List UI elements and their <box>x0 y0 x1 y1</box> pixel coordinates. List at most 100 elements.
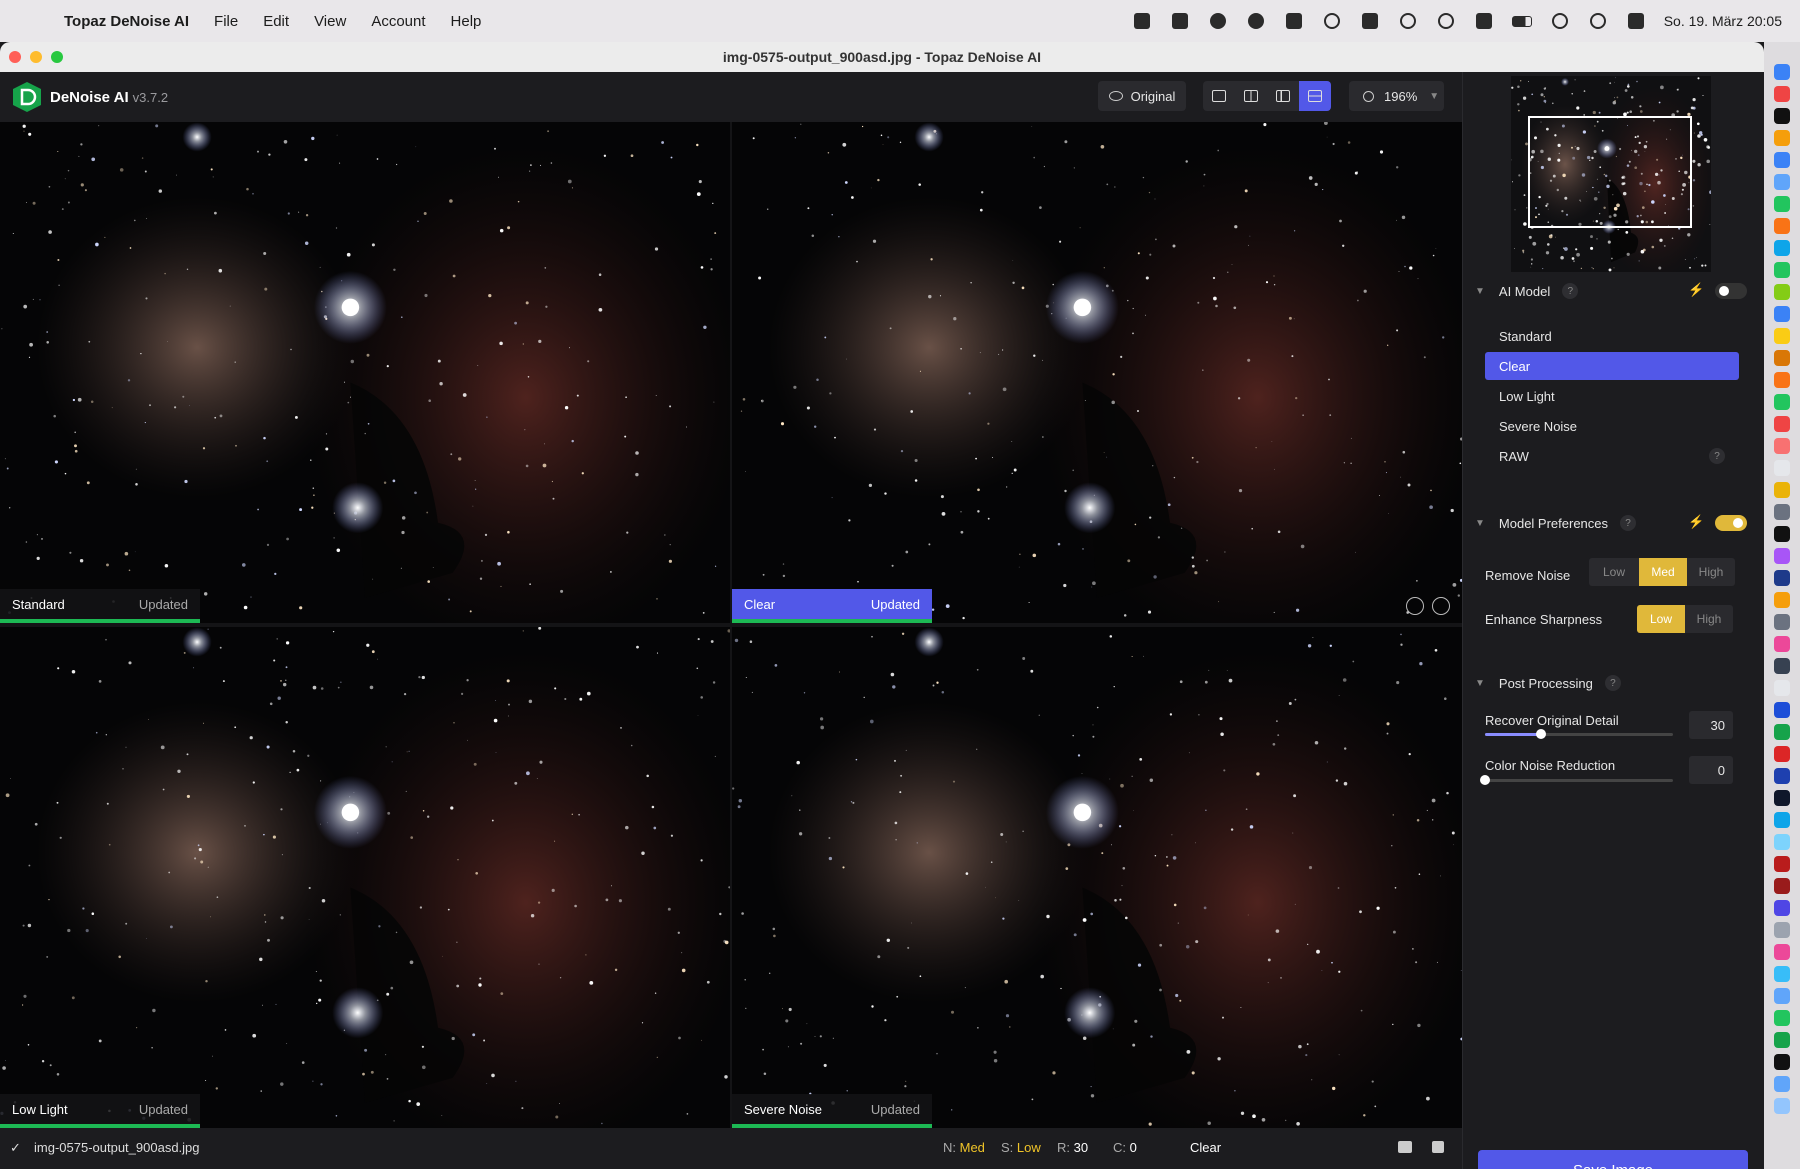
dock-app-icon[interactable] <box>1774 636 1790 652</box>
preview-pane-standard[interactable]: Standard Updated <box>0 122 730 623</box>
dock-app-icon[interactable] <box>1774 988 1790 1004</box>
menu-app-name[interactable]: Topaz DeNoise AI <box>64 13 189 30</box>
dock-app-icon[interactable] <box>1774 482 1790 498</box>
help-icon[interactable]: ? <box>1604 675 1621 691</box>
dock-app-icon[interactable] <box>1774 460 1790 476</box>
dock-app-icon[interactable] <box>1774 130 1790 146</box>
camera-icon[interactable] <box>1398 1141 1412 1153</box>
dock-app-icon[interactable] <box>1774 966 1790 982</box>
battery-icon[interactable] <box>1511 12 1532 30</box>
menu-edit[interactable]: Edit <box>263 13 289 30</box>
dock-app-icon[interactable] <box>1774 548 1790 564</box>
zoom-dropdown[interactable]: 196% ▼ <box>1349 81 1444 111</box>
dock-app-icon[interactable] <box>1774 1010 1790 1026</box>
dock-app-icon[interactable] <box>1774 306 1790 322</box>
spotlight-search-icon[interactable] <box>1588 12 1608 30</box>
dock-app-icon[interactable] <box>1774 614 1790 630</box>
dock-app-icon[interactable] <box>1774 812 1790 828</box>
model-option-clear[interactable]: Clear <box>1485 352 1739 380</box>
dock-app-icon[interactable] <box>1774 746 1790 762</box>
checkmark-icon[interactable]: ✓ <box>10 1140 21 1156</box>
control-center-icon[interactable] <box>1626 12 1646 30</box>
original-toggle-button[interactable]: Original <box>1098 81 1186 111</box>
dock-app-icon[interactable] <box>1774 768 1790 784</box>
menu-help[interactable]: Help <box>451 13 482 30</box>
dock-app-icon[interactable] <box>1774 218 1790 234</box>
single-view-button[interactable] <box>1203 81 1235 111</box>
ai-model-header[interactable]: ▼ AI Model ? <box>1475 283 1579 299</box>
dock-app-icon[interactable] <box>1774 526 1790 542</box>
dock-app-icon[interactable] <box>1774 372 1790 388</box>
dock-app-icon[interactable] <box>1774 658 1790 674</box>
tools-icon[interactable] <box>1360 12 1380 30</box>
dock-app-icon[interactable] <box>1774 922 1790 938</box>
slider-knob[interactable] <box>1536 729 1547 739</box>
sharpness-high[interactable]: High <box>1685 605 1733 633</box>
wifi-icon[interactable] <box>1550 12 1570 30</box>
model-option-low-light[interactable]: Low Light <box>1485 382 1739 410</box>
dock-app-icon[interactable] <box>1774 856 1790 872</box>
preview-pane-low-light[interactable]: Low Light Updated <box>0 627 730 1128</box>
post-processing-header[interactable]: ▼ Post Processing ? <box>1475 675 1621 691</box>
dock-app-icon[interactable] <box>1774 284 1790 300</box>
auto-model-toggle[interactable] <box>1715 283 1747 299</box>
help-icon[interactable]: ? <box>1562 283 1579 299</box>
dock-app-icon[interactable] <box>1774 790 1790 806</box>
dock-app-icon[interactable] <box>1774 262 1790 278</box>
remove-noise-high[interactable]: High <box>1687 558 1735 586</box>
dock-app-icon[interactable] <box>1774 174 1790 190</box>
helmet-icon[interactable] <box>1246 12 1266 30</box>
save-image-button[interactable]: Save Image <box>1478 1150 1748 1169</box>
help-icon[interactable]: ? <box>1709 448 1725 464</box>
dock-app-icon[interactable] <box>1774 504 1790 520</box>
dock-app-icon[interactable] <box>1774 592 1790 608</box>
dock-app-icon[interactable] <box>1774 570 1790 586</box>
minimize-window-icon[interactable] <box>30 51 42 63</box>
side-by-side-view-button[interactable] <box>1267 81 1299 111</box>
dock-app-icon[interactable] <box>1774 702 1790 718</box>
dock-app-icon[interactable] <box>1774 108 1790 124</box>
zoom-window-icon[interactable] <box>51 51 63 63</box>
dock-app-icon[interactable] <box>1774 350 1790 366</box>
dock-app-icon[interactable] <box>1774 834 1790 850</box>
preview-pane-severe-noise[interactable]: Severe Noise Updated <box>732 627 1462 1128</box>
dock-app-icon[interactable] <box>1774 394 1790 410</box>
dock-app-icon[interactable] <box>1774 724 1790 740</box>
recover-detail-input[interactable]: 30 <box>1689 711 1733 739</box>
sharpness-low[interactable]: Low <box>1637 605 1685 633</box>
slider-knob[interactable] <box>1480 775 1490 785</box>
dock-app-icon[interactable] <box>1774 86 1790 102</box>
remove-noise-med[interactable]: Med <box>1639 558 1687 586</box>
preview-pane-clear[interactable]: Clear Updated <box>732 122 1462 623</box>
sidebar-display-icon[interactable] <box>1284 12 1304 30</box>
dock-app-icon[interactable] <box>1774 1054 1790 1070</box>
menubar-clock[interactable]: So. 19. März 20:05 <box>1664 13 1782 29</box>
onepassword-icon[interactable] <box>1322 12 1342 30</box>
help-icon[interactable]: ? <box>1620 515 1637 531</box>
apple-icon[interactable] <box>20 11 38 31</box>
split-view-button[interactable] <box>1235 81 1267 111</box>
dock-app-icon[interactable] <box>1774 878 1790 894</box>
dock-app-icon[interactable] <box>1774 416 1790 432</box>
color-noise-slider[interactable] <box>1480 775 1673 785</box>
dock-app-icon[interactable] <box>1774 1076 1790 1092</box>
dock-app-icon[interactable] <box>1774 64 1790 80</box>
auto-preferences-toggle[interactable] <box>1715 515 1747 531</box>
dock-app-icon[interactable] <box>1774 944 1790 960</box>
dock-app-icon[interactable] <box>1774 680 1790 696</box>
dock-app-icon[interactable] <box>1774 328 1790 344</box>
recover-detail-slider[interactable] <box>1485 729 1673 739</box>
comparison-grid-view-button[interactable] <box>1299 81 1331 111</box>
menu-account[interactable]: Account <box>371 13 425 30</box>
dock-app-icon[interactable] <box>1774 438 1790 454</box>
model-option-raw[interactable]: RAW ? <box>1485 442 1739 470</box>
signature-icon[interactable] <box>1398 12 1418 30</box>
model-option-severe-noise[interactable]: Severe Noise <box>1485 412 1739 440</box>
menu-file[interactable]: File <box>214 13 238 30</box>
model-option-standard[interactable]: Standard <box>1485 322 1739 350</box>
neutral-face-icon[interactable] <box>1432 597 1450 615</box>
model-preferences-header[interactable]: ▼ Model Preferences ? <box>1475 515 1637 531</box>
dock-app-icon[interactable] <box>1774 1098 1790 1114</box>
smile-face-icon[interactable] <box>1406 597 1424 615</box>
time-machine-icon[interactable] <box>1436 12 1456 30</box>
